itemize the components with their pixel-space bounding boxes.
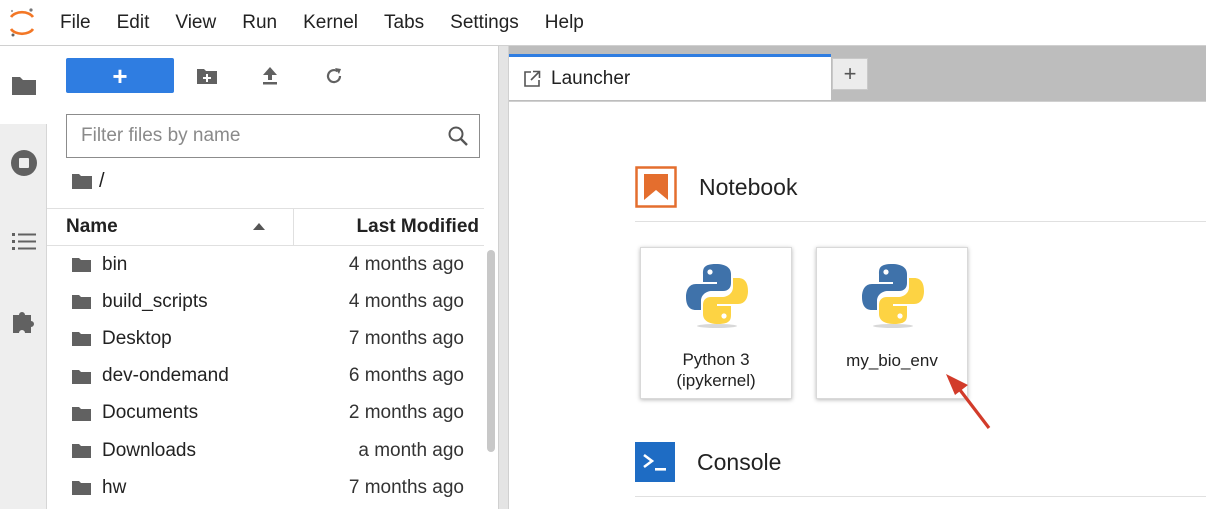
file-row[interactable]: bin 4 months ago [47, 246, 484, 283]
column-name[interactable]: Name [66, 216, 118, 238]
file-modified: a month ago [358, 439, 464, 461]
python-logo-icon [686, 264, 748, 328]
running-sessions-tab[interactable] [0, 124, 47, 202]
breadcrumb-root[interactable]: / [99, 170, 105, 193]
menu-settings[interactable]: Settings [450, 0, 519, 46]
notebook-icon [635, 166, 677, 208]
menu-bar: File Edit View Run Kernel Tabs Settings … [0, 0, 1206, 46]
activity-bar [0, 46, 48, 509]
file-name: bin [102, 253, 128, 275]
extensions-tab[interactable] [0, 282, 47, 360]
file-modified: 2 months ago [348, 402, 464, 424]
file-name: Desktop [102, 327, 172, 349]
file-name: build_scripts [102, 290, 208, 312]
folder-icon [72, 258, 91, 272]
file-row[interactable]: build_scripts 4 months ago [47, 283, 484, 320]
tab-label: Launcher [551, 67, 631, 89]
file-row[interactable]: hw 7 months ago [47, 469, 484, 506]
menu-run[interactable]: Run [242, 0, 277, 46]
console-section-header: Console [635, 442, 781, 482]
file-browser-panel: + Filter files by name / Name Last Modif… [47, 46, 498, 509]
console-icon [635, 442, 675, 482]
refresh-button[interactable] [319, 62, 349, 90]
breadcrumb[interactable]: / [71, 170, 105, 193]
file-list: bin 4 months ago build_scripts 4 months … [47, 246, 484, 506]
search-icon [448, 126, 468, 146]
python-logo-icon [862, 264, 924, 328]
new-tab-button[interactable]: + [832, 58, 868, 90]
folder-icon [72, 406, 91, 421]
folder-icon [72, 481, 91, 496]
file-list-header: Name Last Modified [47, 208, 484, 246]
refresh-icon [326, 68, 342, 84]
menu-edit[interactable]: Edit [117, 0, 150, 46]
notebook-section-title: Notebook [699, 173, 798, 200]
console-section-title: Console [697, 448, 782, 475]
section-divider [635, 221, 1206, 222]
menu-view[interactable]: View [175, 0, 216, 46]
table-of-contents-tab[interactable] [0, 202, 47, 280]
file-name: Documents [102, 402, 199, 424]
file-name: hw [102, 476, 127, 498]
launcher-icon [524, 70, 541, 87]
new-launcher-button[interactable]: + [66, 58, 174, 93]
new-folder-icon [197, 69, 217, 84]
file-row[interactable]: dev-ondemand 6 months ago [47, 358, 484, 395]
folder-icon [72, 174, 92, 189]
panel-splitter[interactable] [498, 46, 509, 509]
kernel-card-python3[interactable]: Python 3 (ipykernel) [640, 247, 792, 399]
jupyter-logo-icon [0, 0, 46, 46]
plus-label: + [843, 61, 857, 86]
kernel-name: Python 3 [682, 350, 750, 369]
plus-label: + [112, 60, 128, 91]
launcher-panel: Notebook Python 3 (ipykernel) my_bio_env [509, 101, 1206, 509]
stop-circle-icon [10, 150, 37, 176]
column-last-modified[interactable]: Last Modified [357, 216, 479, 238]
menu-file[interactable]: File [60, 0, 91, 46]
sort-ascending-icon [253, 223, 265, 230]
file-modified: 7 months ago [348, 327, 464, 349]
kernel-subtitle: (ipykernel) [676, 371, 756, 390]
file-name: Downloads [102, 439, 196, 461]
new-folder-button[interactable] [192, 62, 222, 90]
menu-kernel[interactable]: Kernel [303, 0, 358, 46]
tab-bar: Launcher + [509, 46, 1206, 101]
folder-icon [11, 77, 36, 95]
list-icon [11, 233, 36, 250]
file-modified: 6 months ago [348, 365, 464, 387]
file-name: dev-ondemand [102, 365, 229, 387]
column-divider[interactable] [293, 209, 294, 246]
kernel-name: my_bio_env [846, 351, 938, 370]
file-modified: 4 months ago [348, 253, 464, 275]
file-modified: 4 months ago [348, 290, 464, 312]
menu-help[interactable]: Help [545, 0, 584, 46]
menu-tabs[interactable]: Tabs [384, 0, 424, 46]
folder-icon [72, 369, 91, 384]
filter-placeholder: Filter files by name [81, 125, 241, 146]
kernel-card-my-bio-env[interactable]: my_bio_env [816, 247, 968, 399]
file-list-scrollbar[interactable] [487, 250, 495, 452]
file-row[interactable]: Documents 2 months ago [47, 395, 484, 432]
folder-icon [72, 295, 91, 310]
folder-icon [72, 332, 91, 347]
tab-launcher[interactable]: Launcher [509, 54, 831, 100]
file-browser-tab[interactable] [0, 46, 48, 124]
upload-button[interactable] [255, 62, 285, 90]
file-row[interactable]: Desktop 7 months ago [47, 320, 484, 357]
upload-icon [263, 67, 277, 85]
puzzle-icon [12, 312, 34, 333]
section-divider [635, 496, 1206, 497]
file-row[interactable]: Downloads a month ago [47, 432, 484, 469]
file-modified: 7 months ago [348, 476, 464, 498]
notebook-section-header: Notebook [635, 166, 797, 208]
folder-icon [72, 443, 91, 458]
filter-files-input[interactable]: Filter files by name [66, 114, 480, 158]
